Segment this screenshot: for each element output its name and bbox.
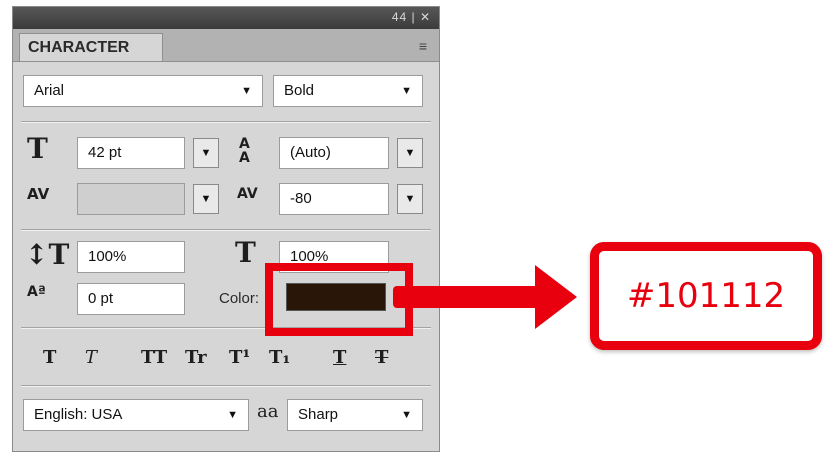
panel-tab-row: CHARACTER ≡ (13, 29, 439, 62)
strikethrough-button[interactable]: T (375, 347, 388, 368)
font-size-value: 42 pt (88, 144, 122, 161)
anti-alias-select[interactable]: Sharp ▼ (287, 399, 423, 431)
chevron-down-icon: ▼ (227, 409, 238, 421)
chevron-down-icon: ▼ (401, 85, 412, 97)
kerning-icon: AV (27, 185, 50, 203)
font-size-icon: T (27, 132, 48, 165)
all-caps-button[interactable]: TT (141, 347, 167, 368)
language-value: English: USA (34, 406, 123, 423)
font-style-select[interactable]: Bold ▼ (273, 75, 423, 107)
panel-menu-icon[interactable]: ≡ (419, 38, 427, 54)
leading-dropdown[interactable]: ▼ (397, 138, 423, 168)
collapse-close-icons[interactable]: 44 | ✕ (392, 10, 431, 24)
horizontal-scale-icon: T (235, 236, 256, 269)
superscript-button[interactable]: T¹ (229, 347, 250, 368)
divider (21, 385, 431, 387)
arrow-shaft (393, 286, 553, 308)
font-size-input[interactable]: 42 pt (77, 137, 185, 169)
underline-button[interactable]: T (333, 347, 346, 368)
vertical-scale-input[interactable]: 100% (77, 241, 185, 273)
vertical-scale-icon: ↕T (25, 238, 70, 271)
leading-input[interactable]: (Auto) (279, 137, 389, 169)
font-style-value: Bold (284, 82, 315, 99)
tracking-icon: AV (237, 186, 258, 202)
kerning-dropdown[interactable]: ▼ (193, 184, 219, 214)
tab-character[interactable]: CHARACTER (19, 33, 163, 61)
character-panel: 44 | ✕ CHARACTER ≡ Arial ▼ Bold ▼ T 42 p… (12, 6, 440, 452)
font-family-value: Arial (34, 82, 65, 99)
font-family-select[interactable]: Arial ▼ (23, 75, 263, 107)
language-select[interactable]: English: USA ▼ (23, 399, 249, 431)
font-size-dropdown[interactable]: ▼ (193, 138, 219, 168)
baseline-shift-icon: Aª (27, 284, 46, 300)
faux-bold-button[interactable]: T (43, 347, 56, 368)
tracking-value: -80 (290, 190, 312, 207)
chevron-down-icon: ▼ (241, 85, 252, 97)
panel-titlebar: 44 | ✕ (13, 7, 439, 29)
divider (21, 229, 431, 231)
small-caps-button[interactable]: Tr (185, 347, 207, 368)
anti-alias-value: Sharp (298, 406, 339, 423)
subscript-button[interactable]: T₁ (269, 347, 290, 368)
anti-alias-icon: aa (257, 401, 279, 422)
color-label: Color: (219, 290, 260, 307)
baseline-shift-input[interactable]: 0 pt (77, 283, 185, 315)
chevron-down-icon: ▼ (401, 409, 412, 421)
arrow-right-icon (535, 265, 577, 329)
tracking-input[interactable]: -80 (279, 183, 389, 215)
vertical-scale-value: 100% (88, 248, 127, 265)
callout-text: #101112 (626, 276, 786, 316)
faux-italic-button[interactable]: T (85, 347, 97, 368)
color-callout: #101112 (590, 242, 822, 350)
highlight-box (265, 263, 413, 336)
baseline-shift-value: 0 pt (88, 290, 114, 307)
leading-icon: AA (239, 136, 250, 166)
leading-value: (Auto) (290, 144, 331, 161)
tracking-dropdown[interactable]: ▼ (397, 184, 423, 214)
kerning-input[interactable] (77, 183, 185, 215)
divider (21, 121, 431, 123)
